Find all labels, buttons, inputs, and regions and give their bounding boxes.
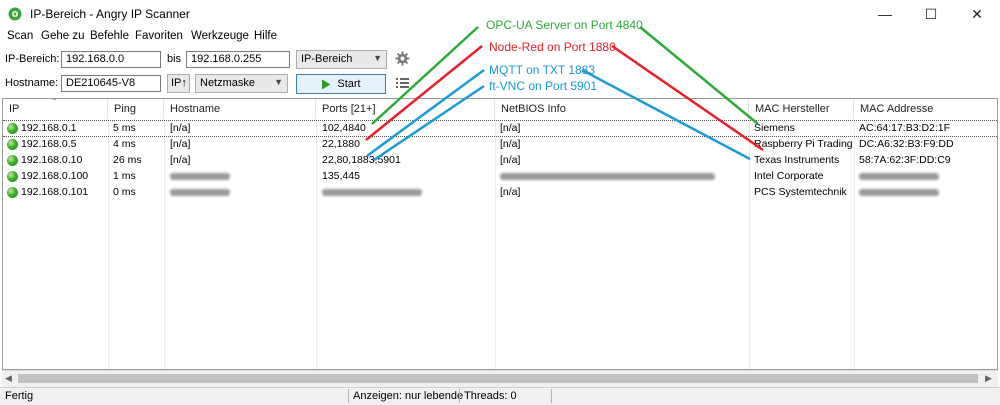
start-label: Start bbox=[337, 78, 361, 90]
cell-netbios: [n/a] bbox=[500, 138, 521, 150]
cell-ping: 0 ms bbox=[113, 186, 136, 198]
table-row[interactable]: 192.168.0.10 26 ms [n/a] 22,80,1883,5901… bbox=[3, 153, 997, 169]
table-row[interactable]: 192.168.0.5 4 ms [n/a] 22,1880 [n/a] Ras… bbox=[3, 137, 997, 153]
column-header-ping[interactable]: Ping bbox=[108, 99, 164, 119]
close-button[interactable]: ✕ bbox=[954, 0, 1000, 28]
column-header-mac-address[interactable]: MAC Addresse bbox=[854, 99, 997, 119]
minimize-button[interactable]: — bbox=[862, 0, 908, 28]
cell-hostname-redacted bbox=[170, 186, 230, 198]
cell-vendor: Raspberry Pi Trading bbox=[754, 138, 853, 150]
results-table: IP ⌃ Ping Hostname Ports [21+] NetBIOS I… bbox=[2, 98, 998, 370]
list-icon[interactable] bbox=[396, 77, 409, 89]
feeder-select[interactable]: IP-Bereich ▼ bbox=[296, 50, 387, 69]
scroll-right-icon[interactable]: ▶ bbox=[985, 373, 992, 384]
hostname-label: Hostname: bbox=[5, 77, 59, 89]
cell-vendor: Texas Instruments bbox=[754, 154, 840, 166]
column-header-ip-label: IP bbox=[9, 103, 20, 115]
chevron-down-icon: ▼ bbox=[373, 53, 382, 63]
menu-werkzeuge[interactable]: Werkzeuge bbox=[191, 30, 249, 42]
display-filter-status: Anzeigen: nur lebende bbox=[353, 390, 464, 402]
alive-status-icon bbox=[7, 187, 18, 198]
cell-ports: 102,4840 bbox=[322, 122, 366, 134]
threads-status: Threads: 0 bbox=[464, 390, 517, 402]
alive-status-icon bbox=[7, 123, 18, 134]
cell-ip: 192.168.0.100 bbox=[21, 170, 89, 182]
alive-status-icon bbox=[7, 171, 18, 182]
menu-hilfe[interactable]: Hilfe bbox=[254, 30, 277, 42]
feeder-select-value: IP-Bereich bbox=[301, 53, 353, 65]
status-divider bbox=[348, 389, 349, 403]
bis-label: bis bbox=[167, 53, 182, 65]
cell-ip: 192.168.0.5 bbox=[21, 138, 77, 150]
cell-ports: 22,80,1883,5901 bbox=[322, 154, 401, 166]
cell-ping: 26 ms bbox=[113, 154, 142, 166]
scroll-left-icon[interactable]: ◀ bbox=[5, 373, 12, 384]
netmask-select-value: Netzmaske bbox=[200, 77, 256, 89]
cell-vendor: Intel Corporate bbox=[754, 170, 824, 182]
app-icon bbox=[8, 7, 22, 21]
column-header-ip[interactable]: IP ⌃ bbox=[3, 99, 108, 119]
status-divider bbox=[459, 389, 460, 403]
cell-ip: 192.168.0.1 bbox=[21, 122, 77, 134]
alive-status-icon bbox=[7, 139, 18, 150]
cell-hostname: [n/a] bbox=[170, 122, 191, 134]
status-divider bbox=[551, 389, 552, 403]
table-row[interactable]: 192.168.0.100 1 ms 135,445 Intel Corpora… bbox=[3, 169, 997, 185]
annotation-mqtt: MQTT on TXT 1883 bbox=[489, 63, 596, 77]
cell-vendor: PCS Systemtechnik bbox=[754, 186, 847, 198]
cell-ping: 4 ms bbox=[113, 138, 136, 150]
cell-mac: 58:7A:62:3F:DD:C9 bbox=[859, 154, 951, 166]
column-header-hostname[interactable]: Hostname bbox=[164, 99, 316, 119]
cell-mac-redacted bbox=[859, 170, 939, 182]
table-row[interactable]: 192.168.0.1 5 ms [n/a] 102,4840 [n/a] Si… bbox=[3, 120, 997, 137]
menu-befehle[interactable]: Befehle bbox=[90, 30, 129, 42]
ip-up-button[interactable]: IP↑ bbox=[167, 74, 190, 93]
cell-mac-redacted bbox=[859, 186, 939, 198]
table-row[interactable]: 192.168.0.101 0 ms [n/a] PCS Systemtechn… bbox=[3, 185, 997, 201]
annotation-vnc: ft-VNC on Port 5901 bbox=[489, 79, 598, 93]
maximize-button[interactable]: ☐ bbox=[908, 0, 954, 28]
column-header-ports[interactable]: Ports [21+] bbox=[316, 99, 495, 119]
hostname-input[interactable]: DE210645-V8 bbox=[61, 75, 161, 92]
menu-gehe-zu[interactable]: Gehe zu bbox=[41, 30, 84, 42]
cell-vendor: Siemens bbox=[754, 122, 795, 134]
cell-netbios-redacted bbox=[500, 170, 715, 182]
cell-ports: 22,1880 bbox=[322, 138, 360, 150]
status-text: Fertig bbox=[5, 390, 34, 402]
cell-netbios: [n/a] bbox=[500, 122, 521, 134]
cell-netbios: [n/a] bbox=[500, 154, 521, 166]
range-label: IP-Bereich: bbox=[5, 53, 60, 65]
scrollbar-thumb[interactable] bbox=[18, 374, 978, 383]
annotation-opcua: OPC-UA Server on Port 4840 bbox=[486, 18, 643, 32]
annotation-nodered: Node-Red on Port 1880 bbox=[489, 40, 616, 54]
cell-hostname: [n/a] bbox=[170, 138, 191, 150]
start-button[interactable]: Start bbox=[296, 74, 386, 94]
cell-mac: AC:64:17:B3:D2:1F bbox=[859, 122, 951, 134]
to-ip-input[interactable]: 192.168.0.255 bbox=[186, 51, 290, 68]
netmask-select[interactable]: Netzmaske ▼ bbox=[195, 74, 288, 93]
window-title: IP-Bereich - Angry IP Scanner bbox=[30, 7, 190, 21]
cell-ping: 1 ms bbox=[113, 170, 136, 182]
alive-status-icon bbox=[7, 155, 18, 166]
cell-mac: DC:A6:32:B3:F9:DD bbox=[859, 138, 954, 150]
cell-ping: 5 ms bbox=[113, 122, 136, 134]
column-header-netbios[interactable]: NetBIOS Info bbox=[495, 99, 749, 119]
cell-hostname-redacted bbox=[170, 170, 230, 182]
cell-ports-redacted bbox=[322, 186, 422, 198]
gear-icon[interactable] bbox=[395, 51, 410, 66]
play-icon bbox=[322, 79, 331, 89]
menu-scan[interactable]: Scan bbox=[7, 30, 33, 42]
cell-ip: 192.168.0.101 bbox=[21, 186, 89, 198]
chevron-down-icon: ▼ bbox=[274, 77, 283, 87]
from-ip-input[interactable]: 192.168.0.0 bbox=[61, 51, 161, 68]
cell-ports: 135,445 bbox=[322, 170, 360, 182]
cell-hostname: [n/a] bbox=[170, 154, 191, 166]
menu-favoriten[interactable]: Favoriten bbox=[135, 30, 183, 42]
cell-netbios: [n/a] bbox=[500, 186, 521, 198]
column-header-mac-vendor[interactable]: MAC Hersteller bbox=[749, 99, 854, 119]
cell-ip: 192.168.0.10 bbox=[21, 154, 83, 166]
sort-asc-icon: ⌃ bbox=[51, 98, 58, 106]
